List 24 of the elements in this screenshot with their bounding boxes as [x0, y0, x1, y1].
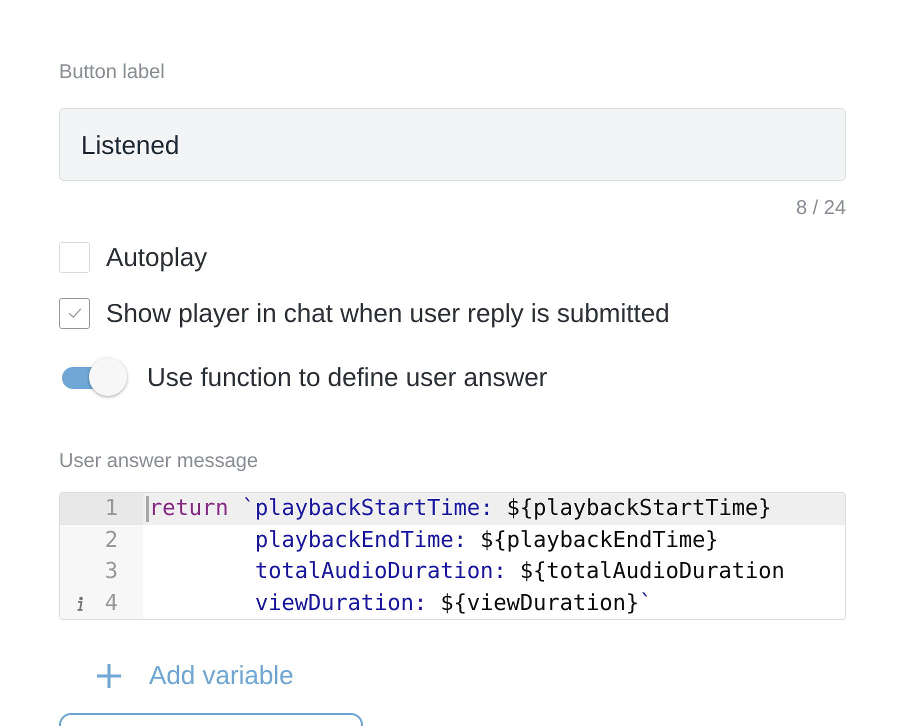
- code-token: viewDuration:: [254, 590, 428, 618]
- code-editor[interactable]: 1 return `playbackStartTime: ${playbackStartTime} 2 playbackEndTime: ${playbackEndTime} 3 totalAudioDuration: ${totalAudioDuration 4 viewDuration: ${viewDuration}`: [59, 492, 846, 620]
- plus-icon: [95, 662, 123, 690]
- code-token: return: [149, 495, 228, 523]
- text-field[interactable]: Listened: [59, 108, 846, 181]
- code-token: `: [639, 590, 652, 618]
- line-number: 1: [104, 495, 118, 523]
- line-number: 4: [104, 590, 118, 618]
- code-token: ${playbackStartTime}: [506, 495, 772, 523]
- toggle-label: Use function to define user answer: [147, 361, 548, 393]
- code-token: ${totalAudioDuration: [520, 558, 785, 586]
- code-token: ${playbackEndTime}: [480, 526, 719, 554]
- field-label: Button label: [59, 60, 166, 85]
- code-token: totalAudioDuration:: [254, 558, 508, 586]
- checkbox[interactable]: [59, 298, 90, 328]
- code-token: ${viewDuration}: [440, 590, 640, 618]
- line-number: 3: [104, 558, 118, 586]
- field-label: User answer message: [59, 449, 259, 474]
- code-token: `playbackStartTime:: [240, 495, 494, 523]
- line-number: 2: [104, 526, 118, 554]
- code-token: playbackEndTime:: [254, 526, 468, 554]
- checkbox-label: Autoplay: [106, 241, 208, 273]
- character-counter: 8 / 24: [796, 196, 846, 221]
- checkbox-label: Show player in chat when user reply is submitted: [106, 297, 670, 329]
